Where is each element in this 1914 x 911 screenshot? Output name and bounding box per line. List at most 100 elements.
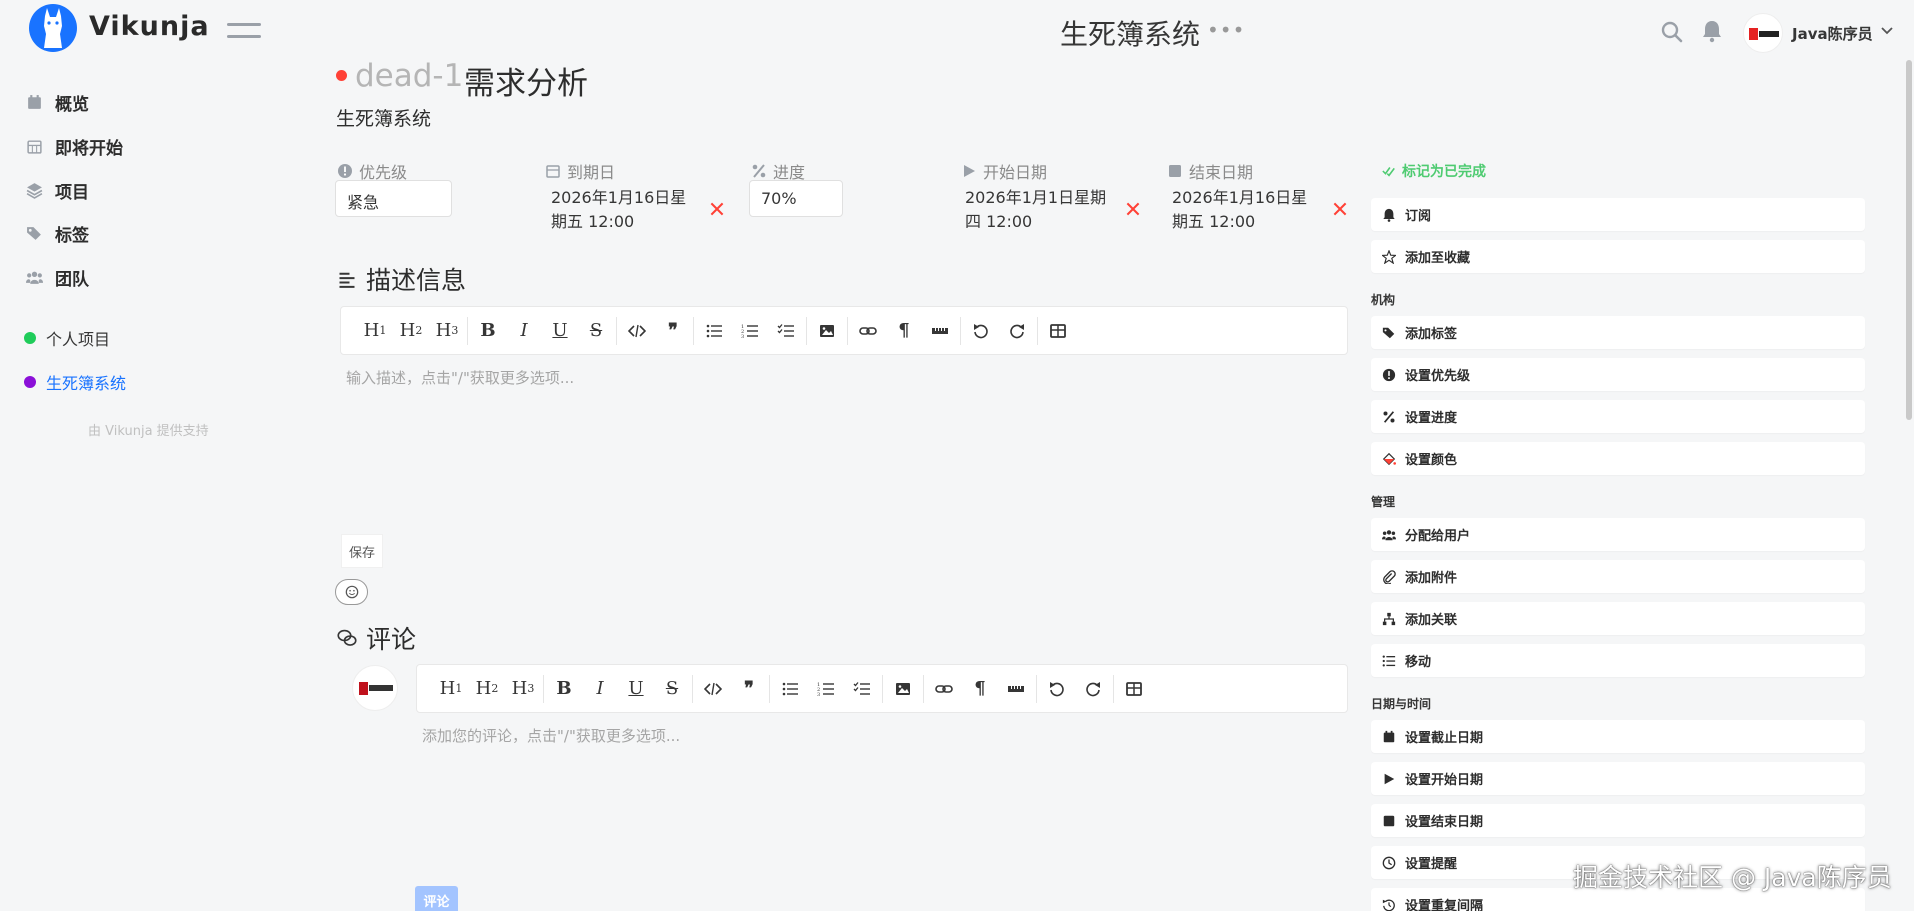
- clear-end-date-icon[interactable]: [1331, 200, 1349, 218]
- redo-icon: [1086, 681, 1100, 696]
- calendar-icon: [28, 94, 41, 109]
- add-labels-button[interactable]: 添加标签: [1371, 316, 1865, 349]
- add-favorite-button[interactable]: 添加至收藏: [1371, 240, 1865, 273]
- clear-due-date-icon[interactable]: [708, 200, 726, 218]
- sitemap-icon: [1382, 612, 1396, 625]
- end-date-value[interactable]: 2026年1月16日星 期五 12:00: [1172, 186, 1307, 234]
- italic-button[interactable]: I: [506, 314, 542, 348]
- task-list-button[interactable]: [768, 314, 804, 348]
- redo-button[interactable]: [1075, 672, 1111, 706]
- italic-button[interactable]: I: [582, 672, 618, 706]
- subscribe-button[interactable]: 订阅: [1371, 198, 1865, 231]
- undo-button[interactable]: [963, 314, 999, 348]
- code-button[interactable]: [695, 672, 731, 706]
- add-relation-button[interactable]: 添加关联: [1371, 602, 1865, 635]
- table-button[interactable]: [1116, 672, 1152, 706]
- set-start-date-button[interactable]: 设置开始日期: [1371, 762, 1865, 795]
- bold-button[interactable]: B: [470, 314, 506, 348]
- current-project-title[interactable]: 生死簿系统: [1060, 13, 1200, 53]
- paragraph-button[interactable]: ¶: [886, 314, 922, 348]
- due-date-value[interactable]: 2026年1月16日星 期五 12:00: [551, 186, 686, 234]
- task-list-button[interactable]: [844, 672, 880, 706]
- heading1-button[interactable]: H1: [357, 314, 393, 348]
- clear-start-date-icon[interactable]: [1124, 200, 1142, 218]
- undo-button[interactable]: [1039, 672, 1075, 706]
- sidebar-item-projects[interactable]: 项目: [26, 176, 89, 204]
- toolbar-divider: [693, 316, 694, 345]
- sidebar-item-labels[interactable]: 标签: [26, 219, 89, 247]
- sidebar-item-overview[interactable]: 概览: [26, 88, 89, 116]
- set-due-date-button[interactable]: 设置截止日期: [1371, 720, 1865, 753]
- bold-button[interactable]: B: [546, 672, 582, 706]
- task-project-link[interactable]: 生死簿系统: [336, 104, 431, 131]
- comment-input[interactable]: 添加您的评论，点击"/"获取更多选项...: [422, 725, 680, 746]
- project-color-dot: [24, 332, 36, 344]
- description-input[interactable]: 输入描述，点击"/"获取更多选项...: [346, 367, 574, 388]
- chevron-down-icon[interactable]: [1879, 22, 1895, 38]
- sidebar-project-shengsibu[interactable]: 生死簿系统: [24, 370, 126, 394]
- heading2-button[interactable]: H2: [469, 672, 505, 706]
- link-button[interactable]: [926, 672, 962, 706]
- heading3-button[interactable]: H3: [505, 672, 541, 706]
- code-button[interactable]: [619, 314, 655, 348]
- bullet-list-button[interactable]: [696, 314, 732, 348]
- mark-done-button[interactable]: 标记为已完成: [1382, 161, 1486, 181]
- underline-button[interactable]: U: [618, 672, 654, 706]
- assign-users-button[interactable]: 分配给用户: [1371, 518, 1865, 551]
- menu-toggle-icon[interactable]: [227, 22, 261, 40]
- notification-bell-icon[interactable]: [1701, 19, 1723, 43]
- set-progress-button[interactable]: 设置进度: [1371, 400, 1865, 433]
- ordered-list-button[interactable]: 123: [732, 314, 768, 348]
- strikethrough-button[interactable]: S: [654, 672, 690, 706]
- heading1-button[interactable]: H1: [433, 672, 469, 706]
- priority-select[interactable]: 紧急: [335, 180, 452, 217]
- save-description-button[interactable]: 保存: [341, 534, 384, 568]
- user-menu-name[interactable]: Java陈序员: [1792, 23, 1873, 44]
- task-title[interactable]: 需求分析: [464, 58, 588, 103]
- ordered-list-icon: 123: [817, 682, 834, 698]
- move-task-button[interactable]: 移动: [1371, 644, 1865, 677]
- paragraph-button[interactable]: ¶: [962, 672, 998, 706]
- emoji-reaction-button[interactable]: [335, 579, 368, 605]
- action-label: 添加标签: [1405, 327, 1458, 342]
- sidebar-item-upcoming[interactable]: 即将开始: [26, 132, 123, 160]
- set-end-date-button[interactable]: 设置结束日期: [1371, 804, 1865, 837]
- image-button[interactable]: [885, 672, 921, 706]
- table-button[interactable]: [1040, 314, 1076, 348]
- sidebar-item-teams[interactable]: 团队: [26, 263, 89, 291]
- ordered-list-button[interactable]: 123: [808, 672, 844, 706]
- sidebar-project-personal[interactable]: 个人项目: [24, 326, 110, 350]
- user-avatar[interactable]: [1743, 13, 1783, 53]
- table-icon: [1126, 681, 1142, 696]
- underline-button[interactable]: U: [542, 314, 578, 348]
- toolbar-divider: [543, 674, 544, 703]
- bullet-list-button[interactable]: [772, 672, 808, 706]
- page-scrollbar[interactable]: [1906, 60, 1912, 420]
- comments-title: 评论: [366, 625, 417, 654]
- strikethrough-button[interactable]: S: [578, 314, 614, 348]
- image-button[interactable]: [809, 314, 845, 348]
- toolbar-divider: [467, 316, 468, 345]
- heading3-button[interactable]: H3: [429, 314, 465, 348]
- horizontal-rule-button[interactable]: [922, 314, 958, 348]
- heading2-button[interactable]: H2: [393, 314, 429, 348]
- project-label: 个人项目: [46, 330, 111, 349]
- submit-comment-button[interactable]: 评论: [415, 886, 458, 911]
- quote-button[interactable]: ❞: [731, 672, 767, 706]
- powered-by[interactable]: 由 Vikunja 提供支持: [88, 420, 209, 439]
- search-icon[interactable]: [1660, 20, 1684, 44]
- start-date-value[interactable]: 2026年1月1日星期 四 12:00: [965, 186, 1106, 234]
- progress-select[interactable]: 70%: [749, 180, 843, 217]
- description-title: 描述信息: [366, 266, 467, 295]
- bell-icon: [1383, 208, 1395, 222]
- vikunja-logo[interactable]: [29, 4, 77, 52]
- set-priority-button[interactable]: 设置优先级: [1371, 358, 1865, 391]
- redo-button[interactable]: [999, 314, 1035, 348]
- horizontal-rule-button[interactable]: [998, 672, 1034, 706]
- quote-button[interactable]: ❞: [655, 314, 691, 348]
- svg-text:3: 3: [817, 692, 820, 698]
- add-attachment-button[interactable]: 添加附件: [1371, 560, 1865, 593]
- link-button[interactable]: [850, 314, 886, 348]
- set-color-button[interactable]: 设置颜色: [1371, 442, 1865, 475]
- project-more-icon[interactable]: •••: [1207, 18, 1245, 42]
